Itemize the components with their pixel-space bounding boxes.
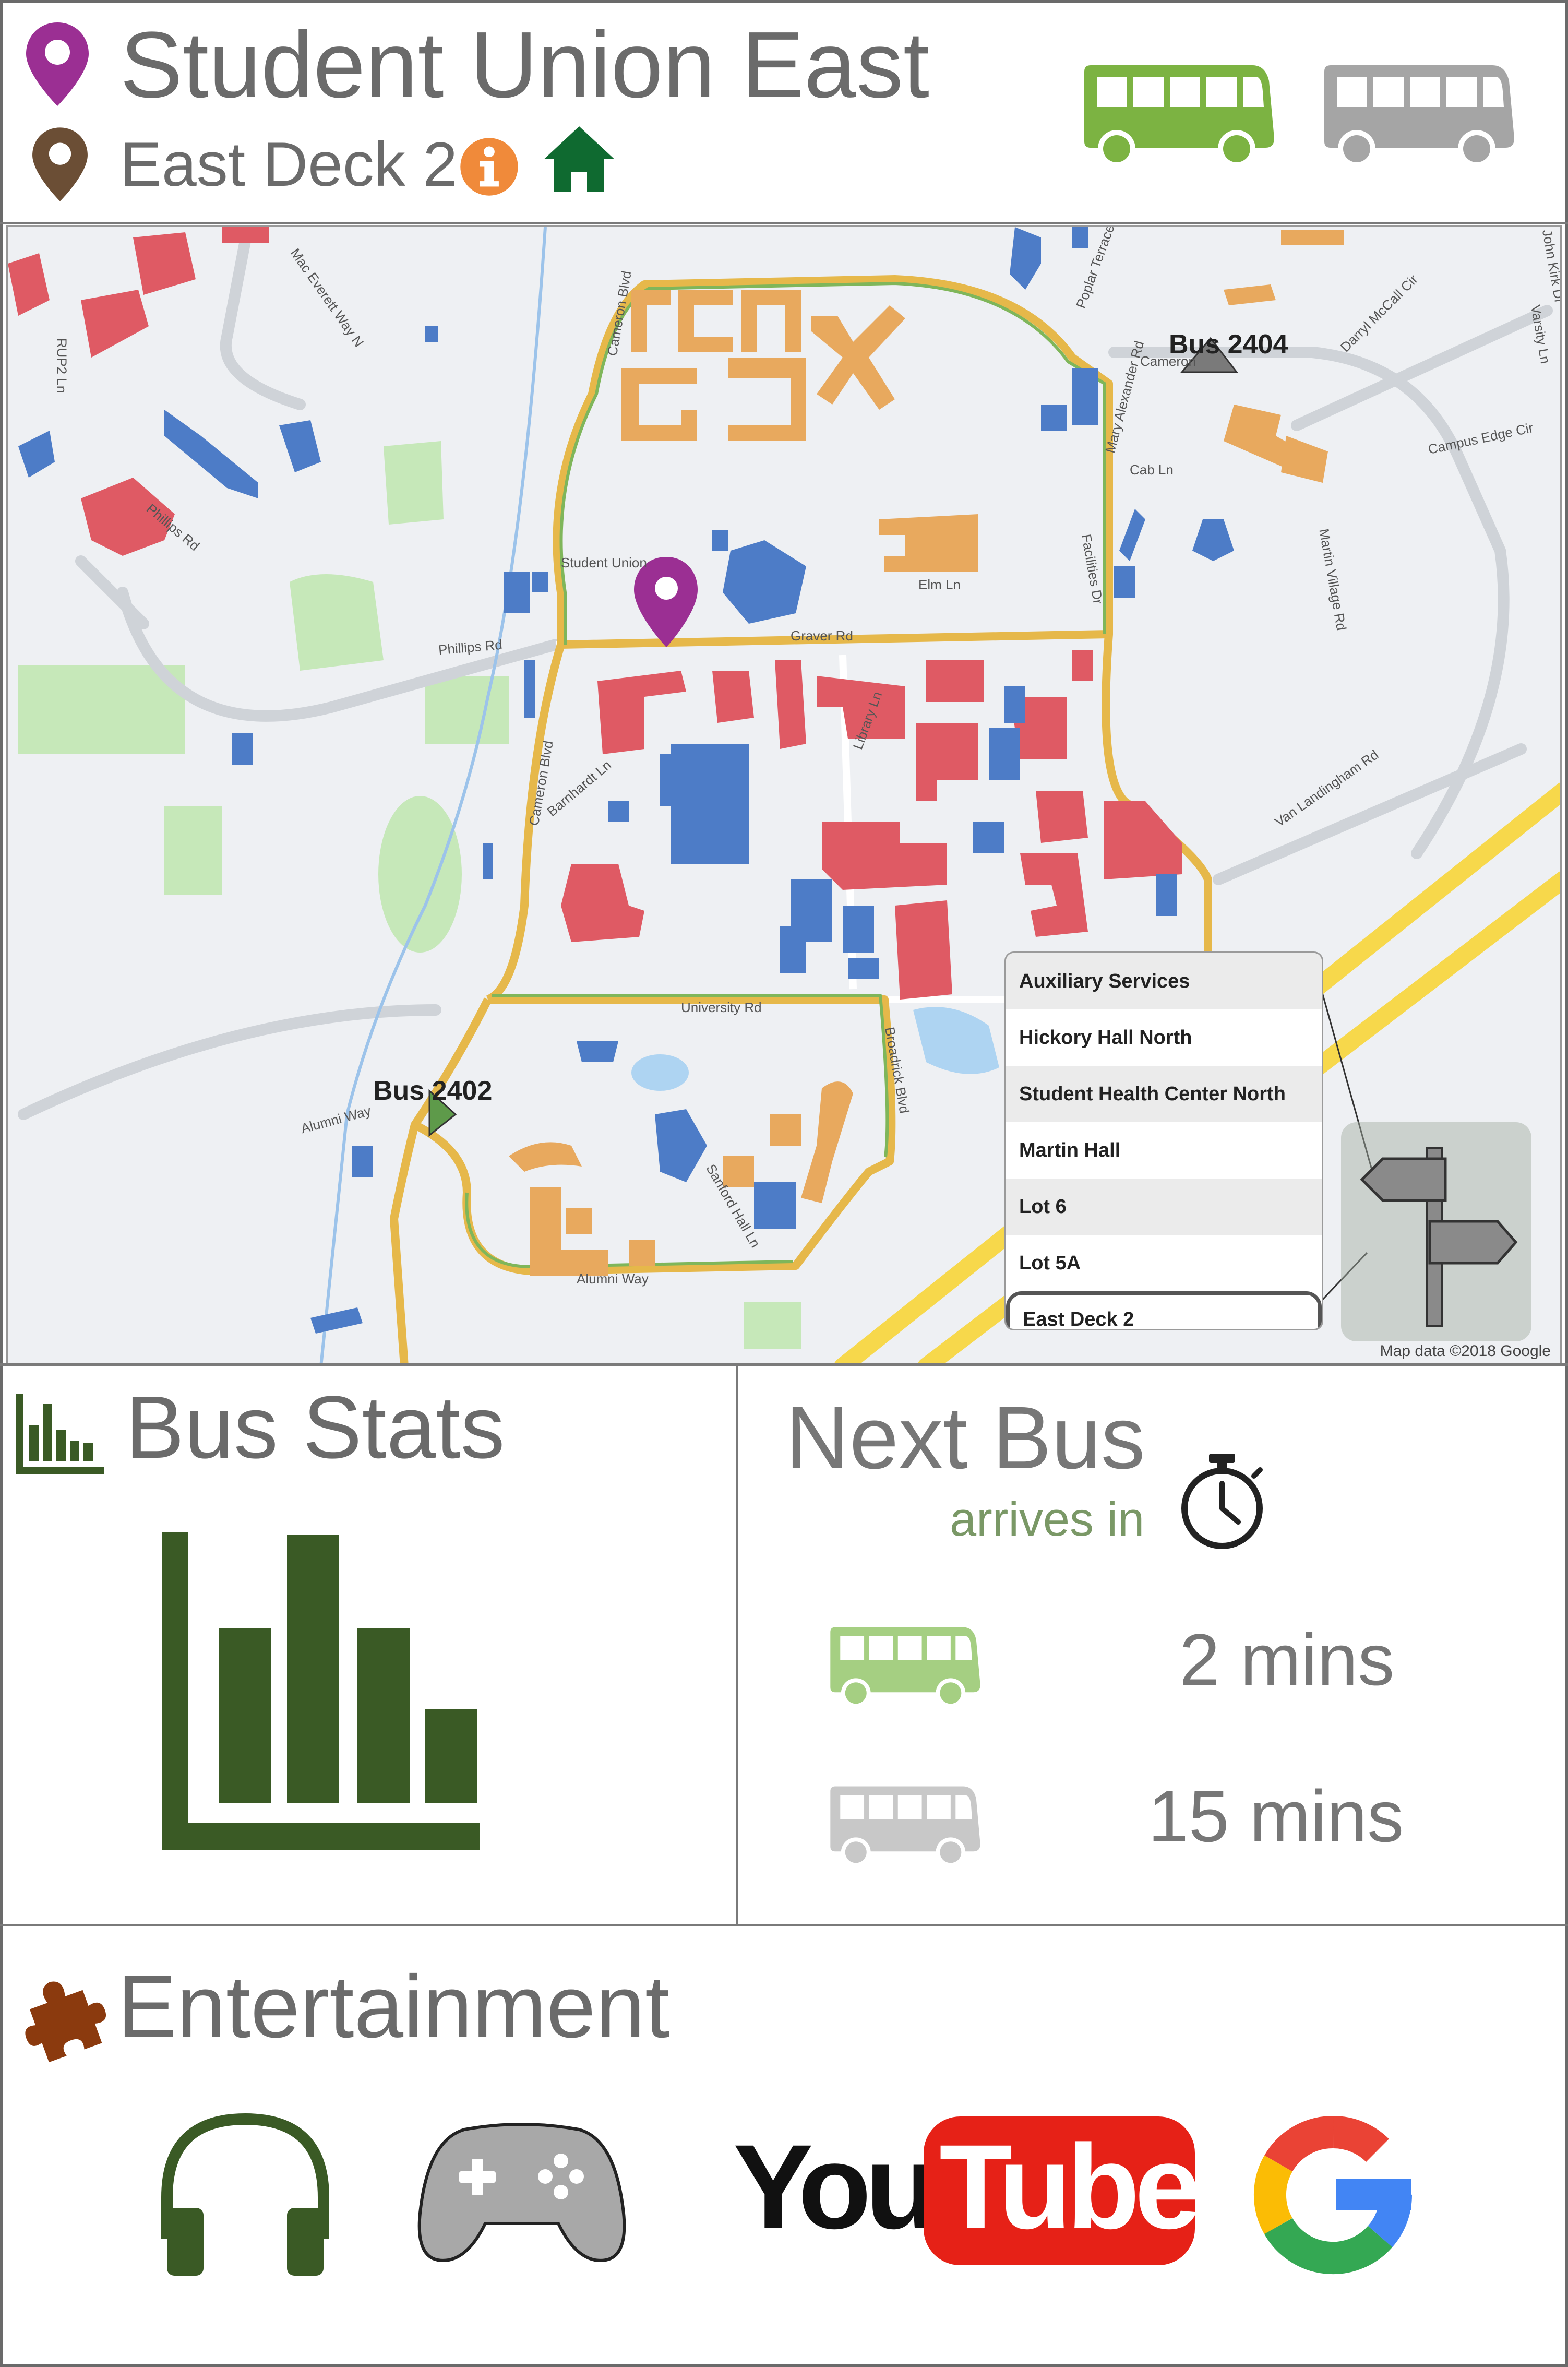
eta-first-bus: 2 mins xyxy=(1179,1619,1395,1700)
dropdown-item-selected[interactable]: East Deck 2 xyxy=(1006,1291,1322,1329)
youtube-tube-badge: Tube xyxy=(924,2116,1201,2265)
youtube-you-text: You xyxy=(733,2120,938,2254)
google-logo[interactable] xyxy=(1250,2111,1417,2278)
stopwatch-icon xyxy=(1181,1454,1263,1549)
dropdown-item[interactable]: Student Health Center North xyxy=(1006,1066,1322,1122)
dropdown-item[interactable]: Lot 5A xyxy=(1006,1235,1322,1291)
map-divider xyxy=(0,1363,1568,1366)
arrival-bus-icon-green xyxy=(830,1627,980,1708)
youtube-logo[interactable]: You Tube xyxy=(733,2116,1201,2265)
dropdown-item[interactable]: Hickory Hall North xyxy=(1006,1009,1322,1066)
dropdown-item[interactable]: Martin Hall xyxy=(1006,1122,1322,1179)
directions-button[interactable] xyxy=(1341,1122,1531,1341)
dropdown-item[interactable]: Lot 6 xyxy=(1006,1179,1322,1235)
youtube-tube-text: Tube xyxy=(939,2120,1201,2254)
eta-second-bus: 15 mins xyxy=(1148,1775,1404,1857)
stats-divider xyxy=(736,1365,738,1926)
dropdown-item[interactable]: Auxiliary Services xyxy=(1006,953,1322,1009)
bus-stats-title[interactable]: Bus Stats xyxy=(125,1383,505,1472)
next-bus-subtitle: arrives in xyxy=(950,1493,1145,1546)
destination-dropdown[interactable]: Auxiliary Services Hickory Hall North St… xyxy=(1004,951,1323,1330)
callout-lines xyxy=(1316,976,1379,1306)
entertainment-divider xyxy=(0,1924,1568,1926)
entertainment-title: Entertainment xyxy=(117,1957,670,2056)
headphones-icon[interactable] xyxy=(151,2109,339,2281)
signpost-icon xyxy=(1360,1147,1518,1327)
next-bus-title: Next Bus xyxy=(785,1388,1145,1488)
bus-stats-chart-icon[interactable] xyxy=(162,1532,480,1850)
puzzle-icon xyxy=(25,1981,106,2063)
arrival-bus-icon-gray xyxy=(830,1786,980,1868)
gamepad-icon[interactable] xyxy=(417,2119,626,2270)
bar-chart-icon xyxy=(16,1394,104,1474)
